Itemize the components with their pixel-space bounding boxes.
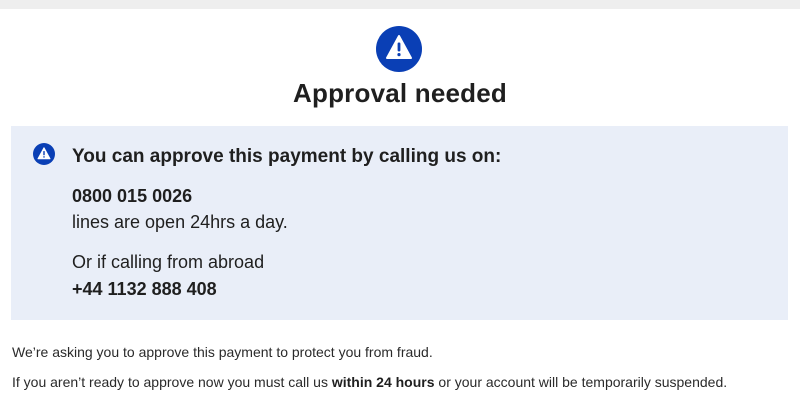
opening-hours: lines are open 24hrs a day. (72, 212, 288, 232)
approval-notice-box: You can approve this payment by calling … (11, 126, 788, 320)
notice-heading: You can approve this payment by calling … (72, 146, 502, 167)
warning-icon (33, 143, 55, 165)
deadline-prefix: If you aren’t ready to approve now you m… (12, 374, 332, 390)
deadline-emphasis: within 24 hours (331, 374, 435, 390)
page-title: Approval needed (293, 78, 507, 108)
top-bar (0, 0, 800, 9)
approval-page: Approval needed You can approve this pay… (0, 0, 800, 406)
phone-number[interactable]: 0800 015 0026 (72, 186, 192, 207)
warning-icon (376, 26, 422, 72)
abroad-label: Or if calling from abroad (72, 252, 265, 272)
deadline-warning: If you aren’t ready to approve now you m… (12, 374, 727, 390)
deadline-suffix: or your account will be temporarily susp… (434, 374, 728, 390)
international-phone-number[interactable]: +44 1132 888 408 (72, 279, 217, 300)
fraud-explanation: We’re asking you to approve this payment… (12, 344, 433, 360)
